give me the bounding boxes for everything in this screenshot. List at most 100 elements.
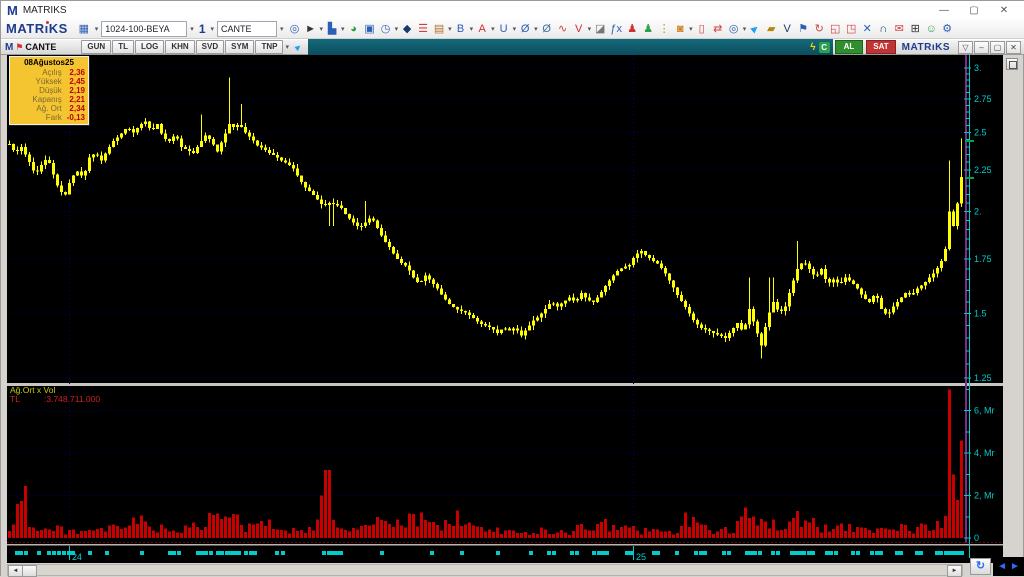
candle (884, 309, 887, 314)
chart-corner-button[interactable] (1006, 58, 1018, 70)
volume-bar (544, 530, 547, 538)
news-icon[interactable]: ▤ (431, 21, 447, 37)
bar-chart-icon[interactable]: ▙ (324, 21, 340, 37)
underline-u-icon[interactable]: U (496, 21, 512, 37)
page-number-select[interactable]: 1 (197, 22, 208, 36)
matriks-app-window: M MATRIKS — ▢ ✕ MATRıKS ▦ ▾ 1024-100-BEY… (0, 0, 1024, 576)
traffic-light-icon[interactable]: ⋮ (656, 21, 672, 37)
nav-right-button[interactable]: ► (1010, 562, 1020, 572)
monitor-icon[interactable]: ▣ (362, 21, 378, 37)
chat-icon[interactable]: ☺ (923, 21, 939, 37)
volume-bar (836, 525, 839, 538)
chart-close-button[interactable]: ✕ (1006, 41, 1021, 54)
bold-b-icon[interactable]: B (453, 21, 469, 37)
loop-icon[interactable]: ↻ (811, 21, 827, 37)
nav-left-button[interactable]: ◄ (997, 562, 1007, 572)
save-caret[interactable]: ▾ (94, 25, 100, 33)
candle (576, 299, 579, 301)
fibonacci-icon[interactable]: Ø (517, 21, 533, 37)
candle (788, 293, 791, 307)
pie-chart-icon[interactable]: ◕ (346, 21, 362, 37)
pointer-icon[interactable]: ► (303, 21, 319, 37)
scroll-right-button[interactable]: ► (947, 565, 962, 577)
analyst-icon[interactable]: ♟ (624, 21, 640, 37)
calculator-icon[interactable]: ⊞ (907, 21, 923, 37)
refresh-icon[interactable]: ⇄ (710, 21, 726, 37)
horizontal-scrollbar[interactable]: ◄ ► (7, 564, 963, 576)
chart-m-icon[interactable]: M (5, 42, 13, 53)
flag-icon[interactable]: ⚑ (795, 21, 811, 37)
close-button[interactable]: ✕ (989, 5, 1019, 16)
mini-chart-icon[interactable]: ◪ (592, 21, 608, 37)
report-icon[interactable]: ▯ (694, 21, 710, 37)
clock-icon[interactable]: ◷ (378, 21, 394, 37)
v-icon[interactable]: V (779, 21, 795, 37)
maximize-button[interactable]: ▢ (959, 5, 989, 16)
candle (164, 134, 167, 140)
workspace-caret[interactable]: ▾ (189, 25, 195, 33)
window-red-icon[interactable]: ◱ (827, 21, 843, 37)
handshake-icon[interactable]: ◆ (399, 21, 415, 37)
volume-bar (240, 525, 243, 538)
annotation-a-icon[interactable]: A (474, 21, 490, 37)
header-dropdown-button[interactable]: ▽ (958, 41, 973, 54)
header-button-sym[interactable]: SYM (225, 40, 254, 54)
fibonacci-arc-icon[interactable]: Ø (539, 21, 555, 37)
depth-icon[interactable]: ☰ (415, 21, 431, 37)
symbol-search-input[interactable]: CANTE (217, 21, 277, 37)
link-icon[interactable]: ✕ (859, 21, 875, 37)
people-icon[interactable]: ♟ (640, 21, 656, 37)
volume-bar (316, 519, 319, 538)
symbol-caret[interactable]: ▾ (279, 25, 285, 33)
buy-button[interactable]: AL (835, 40, 864, 54)
volume-bar (112, 525, 115, 538)
candle (920, 285, 923, 288)
elliott-wave-icon[interactable]: ∿ (555, 21, 571, 37)
header-button-log[interactable]: LOG (135, 40, 164, 54)
volume-bar (864, 528, 867, 538)
volume-bar (860, 528, 863, 538)
matriks-swirl-button[interactable]: ↻ (970, 558, 991, 575)
svg-text:3.: 3. (974, 63, 982, 73)
header-button-svd[interactable]: SVD (196, 40, 224, 54)
volume-bar (36, 531, 39, 538)
page-number-caret[interactable]: ▾ (210, 25, 216, 33)
volume-bar (416, 526, 419, 538)
tooltip-value: 2,36 (67, 68, 85, 77)
lightning-icon[interactable]: ϟ (810, 42, 815, 53)
volume-bar (504, 530, 507, 538)
candle (736, 323, 739, 328)
window-red2-icon[interactable]: ◳ (843, 21, 859, 37)
candle (584, 293, 587, 297)
header-button-gun[interactable]: GUN (81, 40, 111, 54)
candle (792, 280, 795, 292)
scrollbar-thumb[interactable] (22, 565, 37, 577)
header-button-khn[interactable]: KHN (165, 40, 194, 54)
bell-icon[interactable]: ∩ (875, 21, 891, 37)
camera-icon[interactable]: ◙ (672, 21, 688, 37)
zoom-icon[interactable]: ◎ (287, 21, 303, 37)
volume-bar (140, 516, 143, 538)
volume-bar (660, 532, 663, 538)
save-icon[interactable]: ▦ (76, 21, 92, 37)
scroll-left-button[interactable]: ◄ (8, 565, 23, 577)
gears-icon[interactable]: ⚙ (939, 21, 955, 37)
minimize-button[interactable]: — (929, 5, 959, 16)
mail-icon[interactable]: ✉ (891, 21, 907, 37)
volume-bar (208, 513, 211, 538)
sell-button[interactable]: SAT (866, 40, 895, 54)
chart-minimize-button[interactable]: – (974, 41, 989, 54)
candle (664, 268, 667, 274)
volume-bar (204, 527, 207, 538)
c-badge-icon[interactable]: C (819, 42, 830, 53)
fx-icon[interactable]: ƒx (608, 21, 624, 37)
search-icon[interactable]: ◎ (726, 21, 742, 37)
header-button-tl[interactable]: TL (112, 40, 134, 54)
header-button-tnp[interactable]: TNP (255, 40, 283, 54)
tooltip-label: Kapanış (13, 95, 67, 104)
indicator-v-icon[interactable]: V (571, 21, 587, 37)
workspace-select[interactable]: 1024-100-BEYA (101, 21, 187, 37)
candle (700, 325, 703, 328)
chart-maximize-button[interactable]: ▢ (990, 41, 1005, 54)
chart-canvas[interactable]: 3.2.752.52.252.1.751.51.256, Mr4, Mr2, M… (1, 55, 1024, 563)
